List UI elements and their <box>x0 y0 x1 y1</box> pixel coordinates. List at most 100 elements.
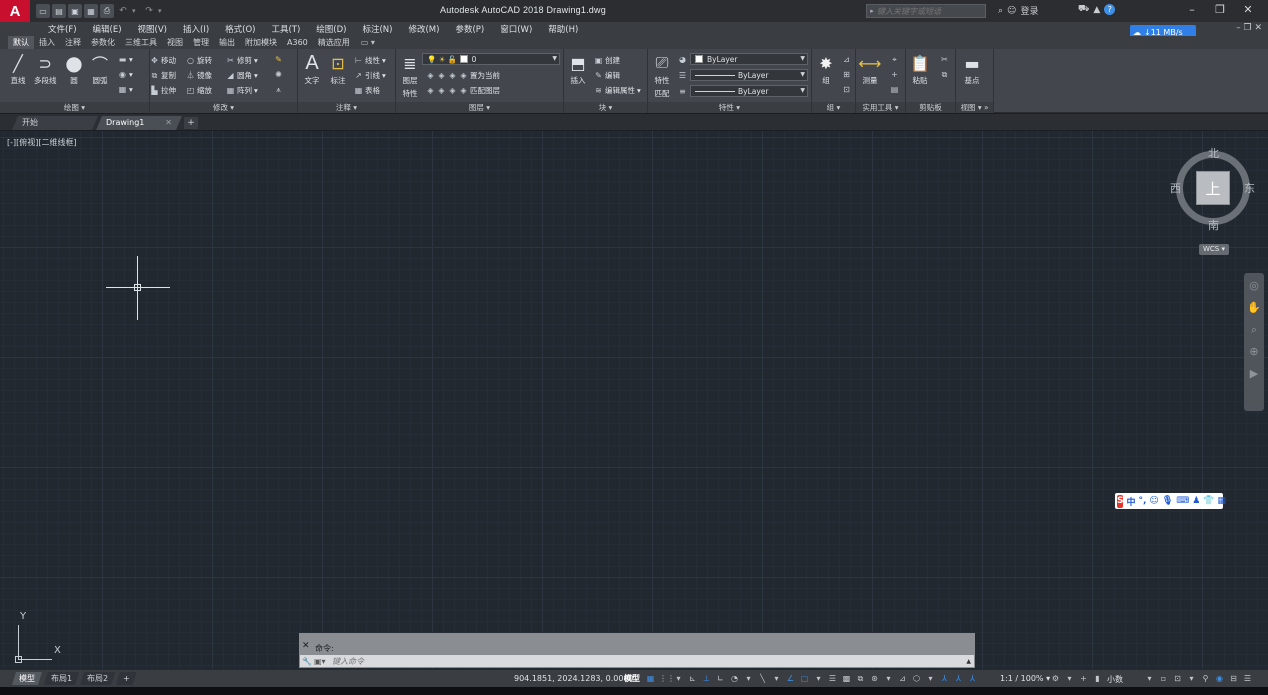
tab-drawing1[interactable]: Drawing1 ✕ <box>96 116 182 130</box>
snap-dropdown-icon[interactable]: ▾ <box>673 673 684 684</box>
redo-dropdown-icon[interactable]: ▾ <box>158 7 166 15</box>
circle-tool[interactable]: ● 圆 <box>64 51 84 86</box>
array-tool[interactable]: ▦ 阵列 ▾ <box>226 85 258 96</box>
model-space-toggle[interactable]: 模型 <box>624 673 640 684</box>
match-properties-tool[interactable]: ⎚ 特性 匹配 <box>652 53 672 99</box>
workspace-dropdown-icon[interactable]: ▾ <box>1064 673 1075 684</box>
keyboard-icon[interactable]: ⌨ <box>1176 496 1189 506</box>
new-file-icon[interactable]: ▭ <box>36 4 50 18</box>
tab-annotate[interactable]: 注释 <box>60 36 86 49</box>
ime-language-toggle[interactable]: 中 <box>1126 495 1135 508</box>
lock-dropdown-icon[interactable]: ▾ <box>1186 673 1197 684</box>
compass-north[interactable]: 北 <box>1208 145 1219 161</box>
skin-icon[interactable]: 👕 <box>1203 496 1214 506</box>
search-input[interactable] <box>877 6 977 16</box>
drawing-canvas[interactable]: [-][俯视][二维线框] 上 北 南 东 西 WCS ▾ ◎ ✋ ⌕ ⊕ ▶ … <box>0 131 1268 669</box>
layer-tools-row2[interactable]: ◈ ◈ ◈ ◈ 匹配图层 <box>426 85 500 96</box>
menu-file[interactable]: 文件(F) <box>40 23 85 35</box>
explode-tool[interactable]: ✺ <box>274 70 283 79</box>
viewport-controls[interactable]: [-][俯视][二维线框] <box>7 137 77 148</box>
layer-dropdown[interactable]: 💡 ☀ 🔓 0 ▼ <box>422 53 560 65</box>
measure-tool[interactable]: ⟷ 测量 <box>859 53 882 86</box>
tab-start[interactable]: 开始 <box>12 116 98 130</box>
undo-dropdown-icon[interactable]: ▾ <box>132 7 140 15</box>
move-tool[interactable]: ✥ 移动 <box>150 55 176 66</box>
grid-icon[interactable]: ▦ <box>645 673 656 684</box>
utilities-panel-footer[interactable]: 实用工具 ▾ <box>856 102 905 113</box>
base-point-tool[interactable]: ▬ 基点 <box>962 53 982 86</box>
polyline-tool[interactable]: ⊃ 多段线 <box>34 53 57 86</box>
recent-commands-icon[interactable]: ▣▾ <box>314 657 332 666</box>
point-icon[interactable]: + <box>890 70 899 79</box>
rectangle-tool[interactable]: ▬ ▾ <box>118 55 133 64</box>
save-icon[interactable]: ▣ <box>68 4 82 18</box>
polar-tracking-icon[interactable]: ◔ <box>729 673 740 684</box>
leader-tool[interactable]: ↗ 引线 ▾ <box>354 70 386 81</box>
layout-tab-model[interactable]: 模型 <box>12 672 42 685</box>
3d-osnap-dropdown-icon[interactable]: ▾ <box>883 673 894 684</box>
command-history-toggle-icon[interactable]: ▲ <box>966 658 971 665</box>
menu-draw[interactable]: 绘图(D) <box>308 23 354 35</box>
layer-properties-tool[interactable]: ≣ 图层 特性 <box>400 53 420 99</box>
lineweight-dropdown[interactable]: ByLayer ▼ <box>690 85 808 97</box>
modify-panel-footer[interactable]: 修改 ▾ <box>150 102 297 113</box>
annotation-monitor-icon[interactable]: + <box>1078 673 1089 684</box>
tab-addins[interactable]: 附加模块 <box>240 36 282 49</box>
menu-window[interactable]: 窗口(W) <box>492 23 540 35</box>
menu-format[interactable]: 格式(O) <box>217 23 263 35</box>
add-layout-button[interactable]: + <box>116 672 137 685</box>
copy-tool[interactable]: ⧉ 复制 <box>150 70 176 81</box>
paste-tool[interactable]: 📋 粘贴 <box>910 53 930 86</box>
viewcube[interactable]: 上 北 南 东 西 <box>1170 145 1255 232</box>
ungroup-icon[interactable]: ⊿ <box>842 55 851 64</box>
trim-tool[interactable]: ✂ 修剪 ▾ <box>226 55 258 66</box>
workspace-gear-icon[interactable]: ⚙ <box>1050 673 1061 684</box>
wcs-menu[interactable]: WCS ▾ <box>1199 244 1229 255</box>
punctuation-icon[interactable]: °, <box>1139 496 1147 506</box>
insert-block-tool[interactable]: ⬒ 插入 <box>568 53 588 86</box>
doc-window-controls-icon[interactable]: – ❐ ✕ <box>1236 23 1262 33</box>
compass-west[interactable]: 西 <box>1170 180 1181 196</box>
menu-tools[interactable]: 工具(T) <box>263 23 308 35</box>
emoji-icon[interactable]: ☺ <box>1149 496 1158 506</box>
application-menu-button[interactable]: A <box>0 0 30 22</box>
arc-tool[interactable]: ⌒ 圆弧 <box>90 53 110 86</box>
polar-dropdown-icon[interactable]: ▾ <box>743 673 754 684</box>
layer-tools-row1[interactable]: ◈ ◈ ◈ ◈ 置为当前 <box>426 70 500 81</box>
quick-properties-icon[interactable]: ▫ <box>1158 673 1169 684</box>
linetype-dropdown[interactable]: ByLayer ▼ <box>690 69 808 81</box>
groups-panel-footer[interactable]: 组 ▾ <box>812 102 855 113</box>
linear-dim-tool[interactable]: ⊢ 线性 ▾ <box>354 55 386 66</box>
3d-osnap-icon[interactable]: ⊛ <box>869 673 880 684</box>
cut-icon[interactable]: ✂ <box>940 55 949 64</box>
user-center-icon[interactable]: ♟ <box>1192 496 1200 506</box>
save-as-icon[interactable]: ▦ <box>84 4 98 18</box>
block-panel-footer[interactable]: 块 ▾ <box>564 102 647 113</box>
sogou-logo-icon[interactable]: S <box>1117 494 1124 508</box>
command-input-area[interactable]: 🔧 ▣▾ ▲ <box>299 654 975 668</box>
pan-icon[interactable]: ✋ <box>1247 301 1261 315</box>
osnap-dropdown-icon[interactable]: ▾ <box>813 673 824 684</box>
scale-tool[interactable]: ◰ 缩放 <box>186 85 212 96</box>
group-tool[interactable]: ✸ 组 <box>816 53 836 86</box>
menu-edit[interactable]: 编辑(E) <box>85 23 130 35</box>
rotate-tool[interactable]: ○ 旋转 <box>186 55 212 66</box>
stretch-tool[interactable]: ▙ 拉伸 <box>150 85 176 96</box>
open-folder-icon[interactable]: ▤ <box>52 4 66 18</box>
hardware-acceleration-icon[interactable]: ◉ <box>1214 673 1225 684</box>
menu-help[interactable]: 帮助(H) <box>540 23 586 35</box>
compass-south[interactable]: 南 <box>1208 217 1219 233</box>
snap-icon[interactable]: ⋮⋮ <box>659 673 675 684</box>
menu-dimension[interactable]: 标注(N) <box>354 23 400 35</box>
lineweight-toggle-icon[interactable]: ☰ <box>827 673 838 684</box>
layers-panel-footer[interactable]: 图层 ▾ <box>396 102 563 113</box>
dynamic-input-icon[interactable]: ⊾ <box>687 673 698 684</box>
text-tool[interactable]: A 文字 <box>302 52 322 86</box>
tab-view[interactable]: 视图 <box>162 36 188 49</box>
new-tab-button[interactable]: + <box>184 117 198 129</box>
selection-cycling-icon[interactable]: ⧉ <box>855 673 866 684</box>
close-button[interactable]: ✕ <box>1236 3 1260 19</box>
close-command-line-icon[interactable]: ✕ <box>302 641 310 651</box>
help-icon[interactable]: ? <box>1104 4 1116 15</box>
print-icon[interactable]: ⎙ <box>100 4 114 18</box>
